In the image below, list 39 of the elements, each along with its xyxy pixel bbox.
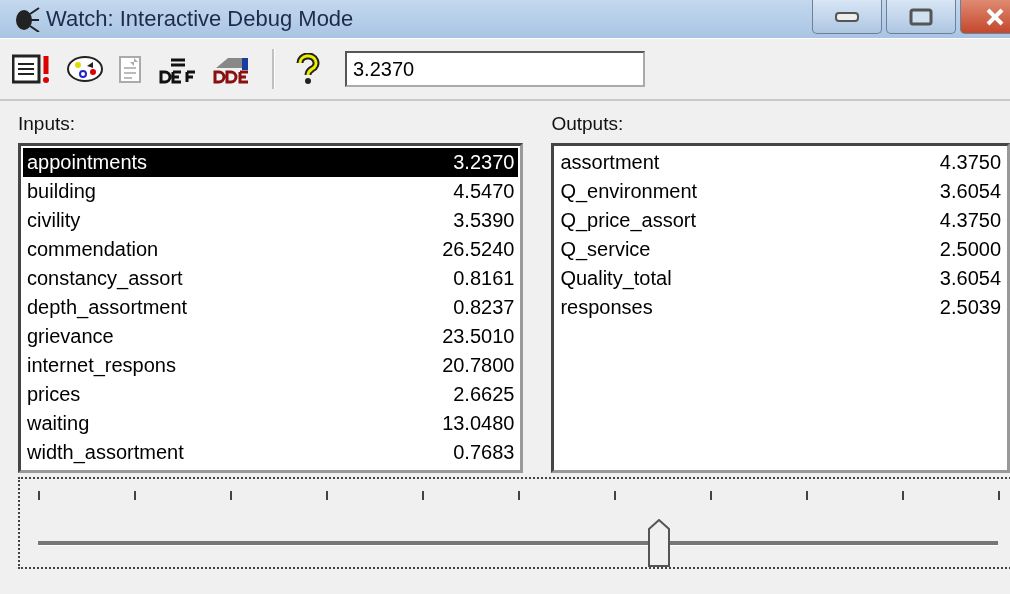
minimize-icon: [835, 11, 859, 22]
window-button[interactable]: [12, 54, 52, 84]
list-item[interactable]: constancy_assort 0.8161: [23, 264, 519, 293]
list-item[interactable]: internet_respons 20.7800: [23, 351, 519, 380]
list-item[interactable]: appointments 3.2370: [23, 148, 519, 177]
window-alert-icon: [12, 54, 52, 84]
list-item[interactable]: assortment 4.3750: [556, 148, 1005, 177]
list-item[interactable]: depth_assortment 0.8237: [23, 293, 519, 322]
close-button[interactable]: [960, 0, 1010, 34]
list-item[interactable]: waiting 13.0480: [23, 409, 519, 438]
slider-thumb[interactable]: [648, 519, 671, 567]
maximize-icon: [909, 7, 933, 26]
list-item[interactable]: building 4.5470: [23, 177, 519, 206]
pane-label: Inputs:: [18, 113, 77, 135]
value-slider[interactable]: [18, 477, 1010, 569]
pane-label: Outputs:: [551, 113, 625, 135]
list-item[interactable]: responses 2.5039: [556, 293, 1005, 322]
list-item[interactable]: Quality_total 3.6054: [556, 264, 1005, 293]
list-item[interactable]: civility 3.5390: [23, 206, 519, 235]
palette-icon: [66, 54, 104, 84]
help-button[interactable]: [295, 53, 321, 85]
window-title: Watch: Interactive Debug Mode: [46, 6, 354, 32]
list-item[interactable]: Q_price_assort 4.3750: [556, 206, 1005, 235]
list-item[interactable]: Q_service 2.5000: [556, 235, 1005, 264]
question-mark-icon: [295, 53, 321, 85]
list-item[interactable]: prices 2.6625: [23, 380, 519, 409]
list-item[interactable]: width_assortment 0.7683: [23, 438, 519, 467]
variable-list[interactable]: assortment 4.3750 Q_environment 3.6054 Q_price_assort 4.3750 Q_service 2.5000 Quality_total 3.6054 responses 2.5039: [551, 143, 1010, 473]
value-field[interactable]: 3.2370: [345, 51, 645, 87]
maximize-button[interactable]: [886, 0, 956, 34]
list-item[interactable]: Q_environment 3.6054: [556, 177, 1005, 206]
clipboard-icon: [118, 54, 144, 84]
list-item[interactable]: grievance 23.5010: [23, 322, 519, 351]
palette-button[interactable]: [66, 54, 104, 84]
minimize-button[interactable]: [812, 0, 882, 34]
list-item[interactable]: commendation 26.5240: [23, 235, 519, 264]
close-icon: [985, 7, 1005, 26]
bug-icon: [14, 6, 40, 32]
variable-list[interactable]: [18, 143, 524, 473]
